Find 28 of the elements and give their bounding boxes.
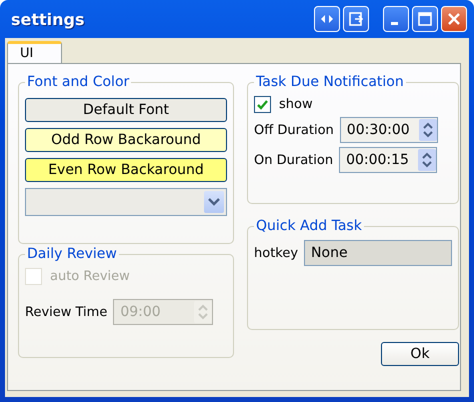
checkbox-label: auto Review [50, 269, 130, 284]
spin-arrows-icon[interactable] [418, 119, 437, 141]
arrows-icon[interactable] [314, 6, 340, 32]
color-button[interactable]: Default Font [25, 98, 227, 122]
color-button[interactable]: Even Row Backaround [25, 158, 227, 182]
window-title: settings [11, 10, 86, 28]
field-label: On Duration [254, 152, 334, 168]
checkbox-label: show [279, 97, 313, 112]
time-field[interactable]: 00:00:15 [339, 147, 438, 173]
group-title: Task Due Notification [255, 74, 405, 90]
time-field[interactable]: 00:30:00 [340, 117, 438, 143]
checkbox[interactable] [254, 96, 271, 113]
field-label: Off Duration [254, 122, 334, 138]
color-button[interactable]: Odd Row Backaround [25, 128, 227, 152]
ok-button[interactable]: Ok [381, 342, 459, 366]
field-label: Review Time [25, 304, 108, 320]
minimize-icon[interactable] [383, 6, 409, 32]
spin-arrows-icon[interactable] [418, 149, 436, 171]
hotkey-field[interactable]: None [304, 240, 452, 266]
group-title: Font and Color [26, 74, 130, 90]
tab[interactable]: UI [7, 41, 62, 63]
field-label: hotkey [254, 246, 298, 260]
maximize-icon[interactable] [412, 6, 438, 32]
chevron-down-icon[interactable] [204, 191, 224, 213]
group-title: Quick Add Task [255, 218, 363, 234]
window-exit-icon[interactable] [343, 6, 369, 32]
close-icon[interactable] [441, 6, 467, 32]
group-title: Daily Review [26, 246, 118, 262]
